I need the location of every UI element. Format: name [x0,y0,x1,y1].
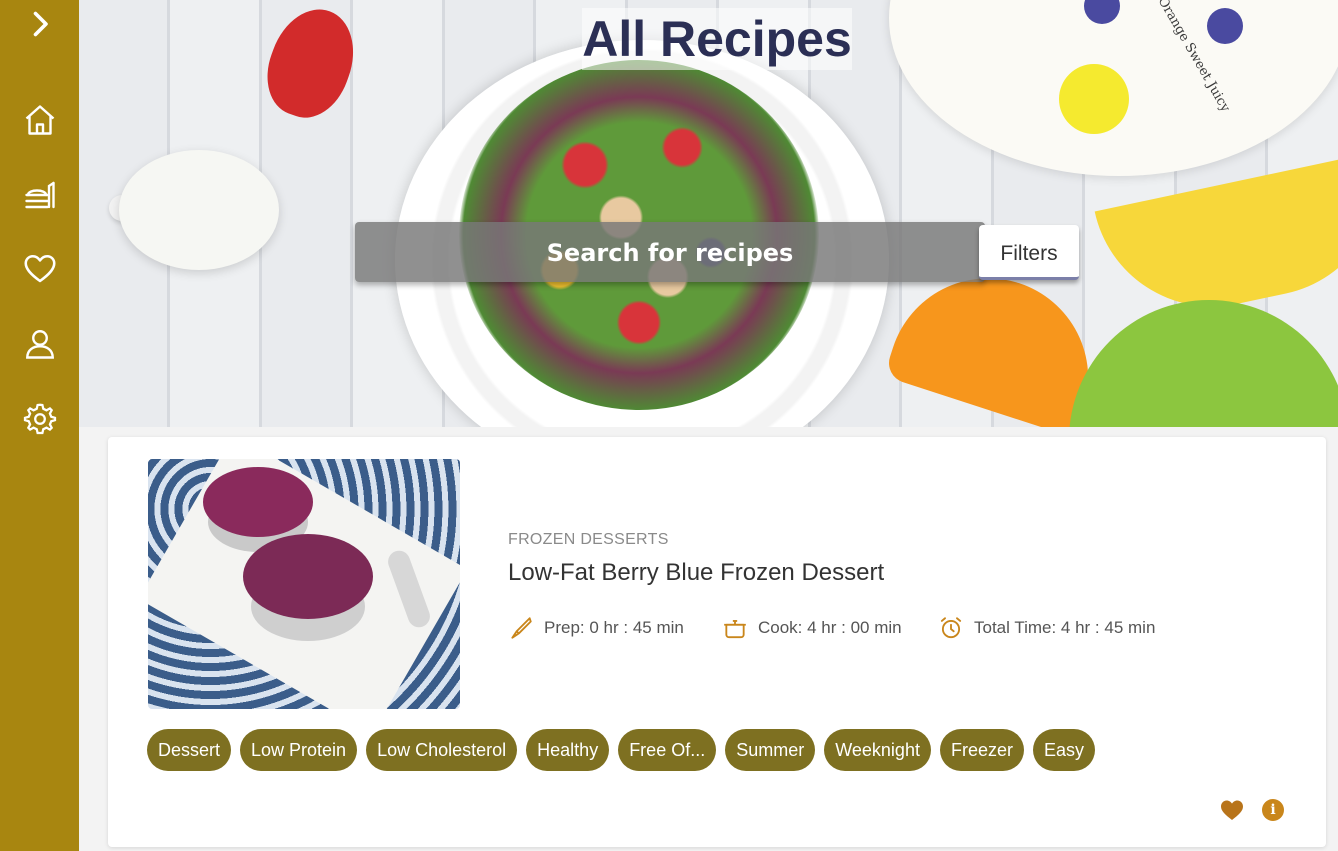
prep-time: Prep: 0 hr : 45 min [508,615,684,641]
sidebar [0,0,79,851]
chevron-right-icon [33,11,48,37]
alarm-clock-icon [940,617,962,639]
prep-time-label: Prep: 0 hr : 45 min [544,618,684,637]
sidebar-item-recipes[interactable] [0,167,79,223]
sidebar-item-favorites[interactable] [0,241,79,297]
decor-lemon [1059,64,1129,134]
tag-chip[interactable]: Low Cholesterol [366,729,518,771]
recipe-category: FROZEN DESSERTS [508,531,669,548]
tag-chip[interactable]: Low Protein [240,729,358,771]
recipe-card[interactable]: FROZEN DESSERTS Low-Fat Berry Blue Froze… [108,437,1326,847]
sidebar-item-profile[interactable] [0,316,79,372]
tag-chip[interactable]: Weeknight [824,729,931,771]
filters-button[interactable]: Filters [979,225,1079,280]
page-title: All Recipes [582,8,852,70]
decor-lettuce [1069,300,1338,427]
food-tray-icon [24,181,55,209]
image-bowl [203,467,313,537]
decor-jug [119,150,279,270]
sidebar-item-settings[interactable] [0,391,79,447]
info-icon[interactable]: i [1262,799,1284,821]
card-actions: i [1220,799,1284,821]
tag-chip[interactable]: Easy [1032,729,1095,771]
cook-time: Cook: 4 hr : 00 min [722,615,902,641]
tag-chip[interactable]: Free Of... [618,729,717,771]
image-bowl [243,534,373,619]
sidebar-item-home[interactable] [0,92,79,148]
tag-chip[interactable]: Summer [725,729,816,771]
favorite-heart-icon[interactable] [1220,799,1244,821]
pot-icon [724,620,746,639]
search-input[interactable]: Search for recipes [355,222,985,282]
decor-berry [1207,8,1243,44]
tag-chip[interactable]: Dessert [147,729,232,771]
recipe-image[interactable] [148,459,460,709]
total-time: Total Time: 4 hr : 45 min [938,615,1155,641]
gear-icon [23,403,56,435]
knife-icon [511,617,532,639]
user-icon [25,330,54,359]
hero-banner: Hello,Orange Sweet Juicy All Recipes Sea… [79,0,1338,427]
decor-strawberry [254,0,368,129]
sidebar-toggle-button[interactable] [0,0,79,52]
tag-list: Dessert Low Protein Low Cholesterol Heal… [147,729,1095,771]
tag-chip[interactable]: Healthy [526,729,610,771]
cook-time-label: Cook: 4 hr : 00 min [758,618,902,637]
home-icon [25,105,54,135]
total-time-label: Total Time: 4 hr : 45 min [974,618,1156,637]
tag-chip[interactable]: Freezer [939,729,1024,771]
recipe-title[interactable]: Low-Fat Berry Blue Frozen Dessert [508,559,884,587]
heart-icon [23,254,56,283]
